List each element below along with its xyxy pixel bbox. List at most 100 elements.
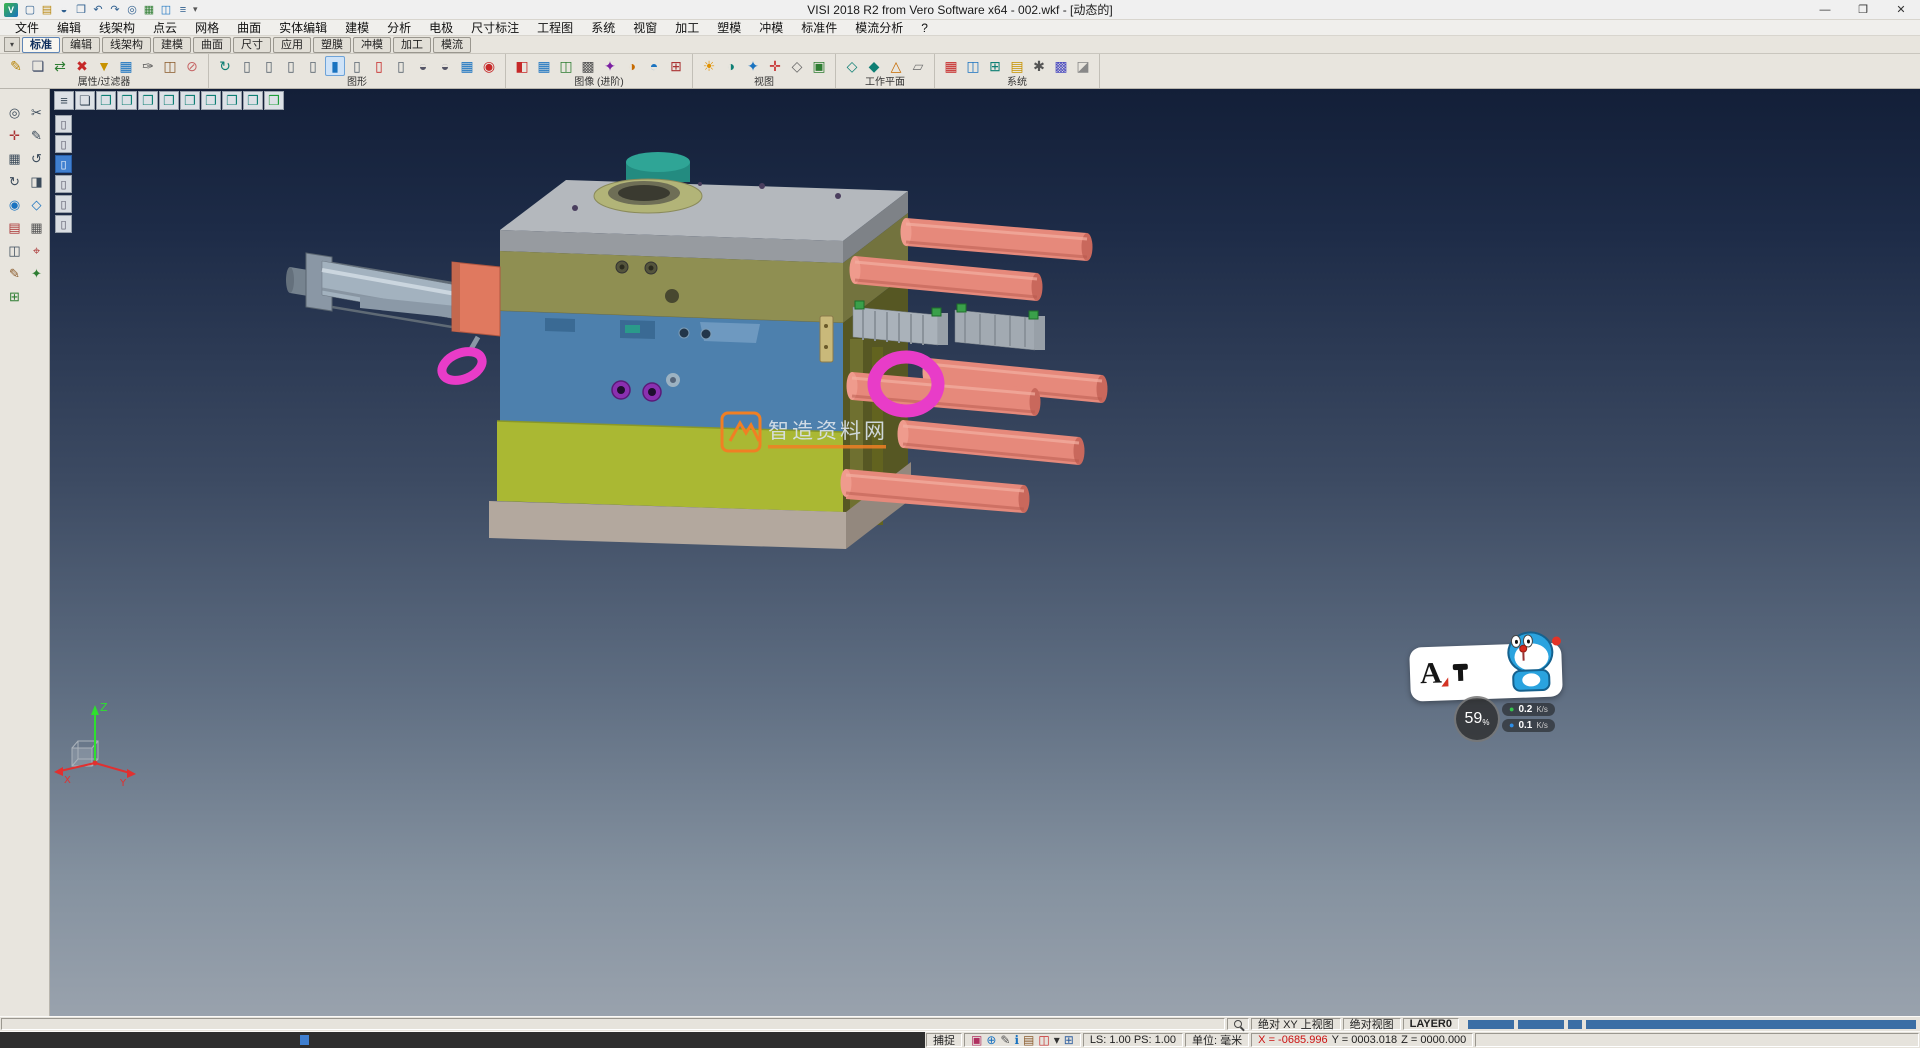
palette-toggle-button[interactable]: ▯ xyxy=(55,175,72,193)
quick-access-icon[interactable]: ↷ xyxy=(107,2,123,18)
quick-access-icon[interactable]: ❐ xyxy=(73,2,89,18)
view-cube-button[interactable]: ❐ xyxy=(96,91,116,110)
dock-tool-icon[interactable]: ✛ xyxy=(5,126,24,145)
toolbar-icon[interactable]: ▩ xyxy=(1051,56,1071,76)
view-cube-button[interactable]: ❐ xyxy=(201,91,221,110)
toolbar-tab[interactable]: 标准 xyxy=(22,37,60,53)
toolbar-icon[interactable]: ✦ xyxy=(743,56,763,76)
toolbar-icon[interactable]: ▮ xyxy=(325,56,345,76)
dock-tool-icon[interactable]: ⌖ xyxy=(27,241,46,260)
toolbar-tab[interactable]: 冲模 xyxy=(353,37,391,53)
menu-item[interactable]: 建模 xyxy=(336,20,378,36)
quick-access-icon[interactable]: ≡ xyxy=(175,2,191,18)
view-cube-button[interactable]: ❏ xyxy=(75,91,95,110)
toolbar-icon[interactable]: ▯ xyxy=(391,56,411,76)
toolbar-icon[interactable]: ▯ xyxy=(281,56,301,76)
snap-toggle[interactable]: 捕捉 xyxy=(926,1033,962,1047)
status-icon[interactable]: ▣ xyxy=(971,1034,982,1046)
toolbar-icon[interactable]: ◓ xyxy=(644,56,664,76)
toolbar-tab[interactable]: 塑膜 xyxy=(313,37,351,53)
toolbar-tab[interactable]: 加工 xyxy=(393,37,431,53)
menu-item[interactable]: 分析 xyxy=(378,20,420,36)
status-icon[interactable]: ⊕ xyxy=(986,1034,996,1046)
dock-tool-icon[interactable]: ⊞ xyxy=(5,287,24,306)
status-layer[interactable]: LAYER0 xyxy=(1403,1018,1459,1030)
toolbar-icon[interactable]: ⊞ xyxy=(666,56,686,76)
menu-item[interactable]: ? xyxy=(912,20,937,36)
toolbar-icon[interactable]: ▯ xyxy=(259,56,279,76)
menu-item[interactable]: 点云 xyxy=(144,20,186,36)
menu-item[interactable]: 曲面 xyxy=(228,20,270,36)
toolbar-icon[interactable]: ▯ xyxy=(303,56,323,76)
dock-tool-icon[interactable]: ◉ xyxy=(5,195,24,214)
palette-toggle-button[interactable]: ▯ xyxy=(55,195,72,213)
view-cube-button[interactable]: ❐ xyxy=(222,91,242,110)
toolbar-icon[interactable]: ▼ xyxy=(94,56,114,76)
toolbar-icon[interactable]: ▦ xyxy=(941,56,961,76)
dock-tool-icon[interactable]: ✦ xyxy=(27,264,46,283)
dock-tool-icon[interactable]: ✂ xyxy=(27,103,46,122)
menu-item[interactable]: 工程图 xyxy=(528,20,582,36)
palette-toggle-button[interactable]: ▯ xyxy=(55,135,72,153)
dock-tool-icon[interactable]: ↺ xyxy=(27,149,46,168)
maximize-button[interactable]: ❐ xyxy=(1844,0,1882,19)
toolbar-icon[interactable]: ↻ xyxy=(215,56,235,76)
palette-toggle-button[interactable]: ▯ xyxy=(55,115,72,133)
command-line-area[interactable] xyxy=(0,1032,925,1048)
view-cube-button[interactable]: ❐ xyxy=(243,91,263,110)
toolbar-icon[interactable]: ◒ xyxy=(435,56,455,76)
battery-percent-badge[interactable]: 59% xyxy=(1454,696,1500,742)
toolbar-icon[interactable]: ⇄ xyxy=(50,56,70,76)
status-icon[interactable]: ◫ xyxy=(1038,1034,1049,1046)
toolbar-icon[interactable]: ◑ xyxy=(622,56,642,76)
menu-item[interactable]: 模流分析 xyxy=(846,20,912,36)
toolbar-icon[interactable]: ▦ xyxy=(534,56,554,76)
menu-item[interactable]: 塑模 xyxy=(708,20,750,36)
status-icon[interactable]: ▤ xyxy=(1023,1034,1034,1046)
toolbar-tab[interactable]: 尺寸 xyxy=(233,37,271,53)
menu-item[interactable]: 加工 xyxy=(666,20,708,36)
toolbar-icon[interactable]: ▩ xyxy=(578,56,598,76)
dock-tool-icon[interactable]: ◨ xyxy=(27,172,46,191)
layer-bar[interactable] xyxy=(1518,1020,1564,1029)
menu-item[interactable]: 网格 xyxy=(186,20,228,36)
toolbar-icon[interactable]: ▯ xyxy=(237,56,257,76)
toolbar-tab[interactable]: 编辑 xyxy=(62,37,100,53)
toolbar-icon[interactable]: ▯ xyxy=(347,56,367,76)
layer-bar[interactable] xyxy=(1568,1020,1582,1029)
toolbar-tab[interactable]: 建模 xyxy=(153,37,191,53)
menu-item[interactable]: 线架构 xyxy=(90,20,144,36)
view-cube-button[interactable]: ❐ xyxy=(180,91,200,110)
quick-access-icon[interactable]: ◎ xyxy=(124,2,140,18)
palette-toggle-button[interactable]: ▯ xyxy=(55,215,72,233)
palette-toggle-button[interactable]: ▯ xyxy=(55,155,72,173)
quick-access-icon[interactable]: ◒ xyxy=(56,2,72,18)
menu-item[interactable]: 实体编辑 xyxy=(270,20,336,36)
desktop-helper-widget[interactable]: A xyxy=(1409,642,1563,701)
toolbar-icon[interactable]: ✱ xyxy=(1029,56,1049,76)
status-icon[interactable]: ℹ xyxy=(1014,1034,1019,1046)
view-cube-button[interactable]: ≡ xyxy=(54,91,74,110)
toolbar-icon[interactable]: ❏ xyxy=(28,56,48,76)
toolbar-icon[interactable]: ▯ xyxy=(369,56,389,76)
quick-access-icon[interactable]: ↶ xyxy=(90,2,106,18)
menu-item[interactable]: 系统 xyxy=(582,20,624,36)
toolbar-icon[interactable]: ⊞ xyxy=(985,56,1005,76)
quick-access-icon[interactable]: ▤ xyxy=(39,2,55,18)
3d-viewport[interactable]: 智造资料网 Z X xyxy=(50,89,1920,1016)
menu-item[interactable]: 文件 xyxy=(6,20,48,36)
status-abs-xy-view[interactable]: 绝对 XY 上视图 xyxy=(1251,1018,1341,1030)
quick-access-icon[interactable]: ◫ xyxy=(158,2,174,18)
toolbar-icon[interactable]: ◫ xyxy=(963,56,983,76)
dock-tool-icon[interactable]: ↻ xyxy=(5,172,24,191)
toolbar-icon[interactable]: ⊘ xyxy=(182,56,202,76)
toolbar-icon[interactable]: ◧ xyxy=(512,56,532,76)
menu-item[interactable]: 编辑 xyxy=(48,20,90,36)
status-abs-view[interactable]: 绝对视图 xyxy=(1343,1018,1401,1030)
toolbar-icon[interactable]: ◇ xyxy=(787,56,807,76)
toolbar-icon[interactable]: ✑ xyxy=(138,56,158,76)
status-icon[interactable]: ✎ xyxy=(1000,1034,1010,1046)
minimize-button[interactable]: — xyxy=(1806,0,1844,19)
quick-access-icon[interactable]: ▢ xyxy=(22,2,38,18)
toolbar-icon[interactable]: ◑ xyxy=(721,56,741,76)
